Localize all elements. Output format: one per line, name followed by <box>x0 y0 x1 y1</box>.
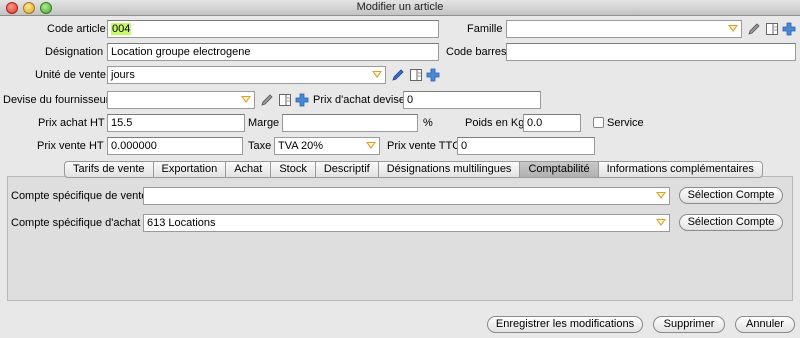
window-title: Modifier un article <box>356 1 444 13</box>
unite-vente-value: jours <box>111 69 135 81</box>
chevron-down-icon <box>656 192 666 199</box>
designation-label: Désignation <box>45 46 104 58</box>
taxe-value: TVA 20% <box>278 140 324 152</box>
code-article-value: 004 <box>111 23 132 35</box>
compte-achat-label: Compte spécifique d'achat <box>11 217 141 229</box>
pencil-icon[interactable] <box>391 68 405 82</box>
detail-icon[interactable] <box>278 93 292 107</box>
poids-label: Poids en Kg <box>465 117 525 129</box>
prix-vente-ttc-label: Prix vente TTC <box>387 140 461 152</box>
famille-select[interactable] <box>506 20 742 38</box>
chevron-down-icon <box>728 25 738 32</box>
tab-designations-multilingues[interactable]: Désignations multilingues <box>378 161 521 178</box>
devise-fournisseur-label: Devise du fournisseur <box>3 94 110 106</box>
compte-achat-value: 613 Locations <box>147 217 216 229</box>
prix-achat-devise-label: Prix d'achat devise <box>313 94 405 106</box>
tab-descriptif[interactable]: Descriptif <box>315 161 379 178</box>
designation-input[interactable]: Location groupe electrogene <box>107 43 439 61</box>
selection-compte-achat-button[interactable]: Sélection Compte <box>679 214 783 231</box>
chevron-down-icon <box>241 96 251 103</box>
code-article-label: Code article <box>47 23 106 35</box>
prix-achat-ht-label: Prix achat HT <box>38 117 105 129</box>
prix-achat-ht-input[interactable]: 15.5 <box>107 114 245 132</box>
pencil-icon[interactable] <box>747 22 761 36</box>
selection-compte-vente-button[interactable]: Sélection Compte <box>679 187 783 204</box>
devise-fournisseur-select[interactable] <box>107 91 255 109</box>
minimize-window-button[interactable] <box>23 2 35 14</box>
tab-bar: Tarifs de vente Exportation Achat Stock … <box>64 161 763 178</box>
cancel-button[interactable]: Annuler <box>735 316 795 333</box>
taxe-label: Taxe <box>248 140 272 152</box>
tab-achat[interactable]: Achat <box>226 161 272 178</box>
code-article-input[interactable]: 004 <box>107 20 439 38</box>
detail-icon[interactable] <box>409 68 423 82</box>
chevron-down-icon <box>656 219 666 226</box>
tab-informations-complementaires[interactable]: Informations complémentaires <box>598 161 763 178</box>
prix-vente-ttc-input[interactable]: 0 <box>457 137 595 155</box>
compte-vente-select[interactable] <box>143 187 670 205</box>
compte-achat-select[interactable]: 613 Locations <box>143 214 670 232</box>
marge-input[interactable] <box>282 114 418 132</box>
prix-vente-ht-input[interactable]: 0.000000 <box>107 137 243 155</box>
tab-exportation[interactable]: Exportation <box>153 161 227 178</box>
marge-label: Marge <box>248 117 280 129</box>
plus-icon[interactable] <box>295 93 309 107</box>
plus-icon[interactable] <box>426 68 440 82</box>
marge-unit: % <box>423 117 433 129</box>
plus-icon[interactable] <box>782 22 796 36</box>
prix-vente-ht-label: Prix vente HT <box>37 140 104 152</box>
close-window-button[interactable] <box>6 2 18 14</box>
prix-achat-devise-input[interactable]: 0 <box>403 91 541 109</box>
save-button[interactable]: Enregistrer les modifications <box>487 316 643 333</box>
delete-button[interactable]: Supprimer <box>653 316 725 333</box>
chevron-down-icon <box>372 71 382 78</box>
chevron-down-icon <box>366 142 376 149</box>
tab-comptabilite[interactable]: Comptabilité <box>520 161 599 178</box>
service-label: Service <box>607 117 644 129</box>
unite-vente-label: Unité de vente <box>35 69 106 81</box>
code-barres-label: Code barres <box>446 46 507 58</box>
window-titlebar: Modifier un article <box>0 0 800 16</box>
code-barres-input[interactable] <box>506 43 796 61</box>
compte-vente-label: Compte spécifique de vente <box>11 190 148 202</box>
taxe-select[interactable]: TVA 20% <box>274 137 380 155</box>
service-checkbox[interactable] <box>593 117 604 128</box>
tab-stock[interactable]: Stock <box>271 161 316 178</box>
detail-icon[interactable] <box>765 22 779 36</box>
famille-label: Famille <box>467 23 503 35</box>
pencil-icon[interactable] <box>260 93 274 107</box>
poids-input[interactable]: 0.0 <box>523 114 581 132</box>
tab-tarifs-de-vente[interactable]: Tarifs de vente <box>64 161 154 178</box>
maximize-window-button[interactable] <box>40 2 52 14</box>
unite-vente-select[interactable]: jours <box>107 66 386 84</box>
